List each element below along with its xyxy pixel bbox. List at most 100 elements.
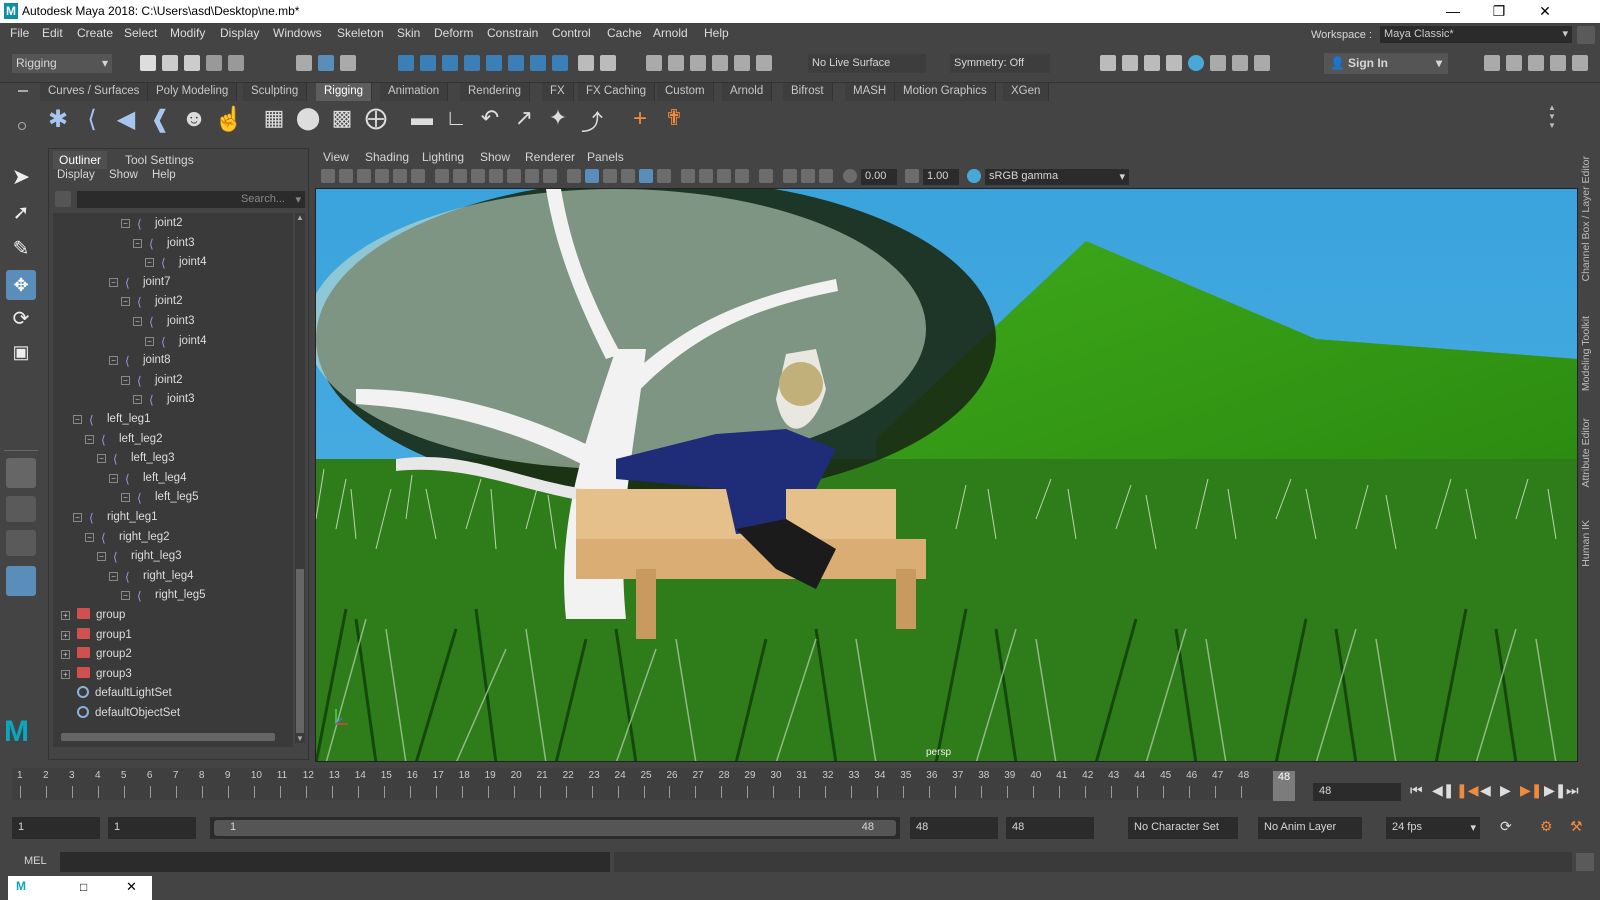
safe-title-icon[interactable]	[543, 169, 557, 183]
lock-icon[interactable]	[1577, 26, 1595, 44]
close-icon[interactable]: ✕	[126, 879, 137, 895]
expand-toggle[interactable]: +	[61, 630, 70, 640]
outliner-item[interactable]: ⟨ left_leg2	[101, 429, 162, 449]
outliner-menu-display[interactable]: Display	[57, 169, 95, 181]
shelf-tab-poly-modeling[interactable]: Poly Modeling	[148, 83, 238, 101]
shelf-options-icon[interactable]	[14, 84, 32, 144]
viewport-3d[interactable]: persp	[315, 188, 1578, 762]
human-ik-icon[interactable]: ☻	[180, 105, 208, 133]
expand-toggle[interactable]: −	[121, 375, 130, 385]
snap-grid-icon[interactable]	[398, 55, 414, 71]
render-view-icon[interactable]	[1166, 55, 1182, 71]
outliner-item[interactable]: ⟨ joint7	[125, 272, 171, 292]
hypershade-icon[interactable]	[1188, 55, 1204, 71]
four-pane-icon[interactable]	[6, 496, 36, 522]
expand-toggle[interactable]: +	[61, 611, 70, 620]
mirror-joint-icon[interactable]: ❰	[146, 105, 174, 133]
menu-edit[interactable]: Edit	[42, 26, 63, 40]
shelf-tab-custom[interactable]: Custom	[657, 83, 714, 101]
expand-toggle[interactable]: −	[121, 219, 130, 228]
input-icon[interactable]	[690, 55, 706, 71]
shelf-tab-motion-graphics[interactable]: Motion Graphics	[895, 83, 996, 101]
viewport-menu-renderer[interactable]: Renderer	[525, 150, 575, 164]
delete-history-icon[interactable]: ✟	[660, 105, 688, 133]
shelf-tab-arnold[interactable]: Arnold	[722, 83, 773, 101]
xray-active-icon[interactable]	[801, 169, 815, 183]
step-forward-key-icon[interactable]: ▶❚	[1520, 782, 1543, 799]
expand-toggle[interactable]: −	[109, 277, 118, 287]
outliner-item[interactable]: ⟨ joint3	[149, 233, 195, 253]
move-tool-icon[interactable]: ✥	[6, 270, 36, 300]
workspace-select[interactable]: Maya Classic* ▾	[1380, 26, 1572, 43]
use-lights-icon[interactable]	[639, 169, 653, 183]
redo-icon[interactable]	[228, 55, 244, 71]
outliner-item[interactable]: ⟨ joint4	[161, 252, 207, 272]
outliner-item[interactable]: defaultLightSet	[77, 683, 172, 703]
menu-select[interactable]: Select	[124, 26, 157, 40]
outliner-item[interactable]: defaultObjectSet	[77, 703, 180, 723]
select-tool-icon[interactable]: ➤	[6, 164, 36, 194]
outliner-item[interactable]: ⟨ joint8	[125, 350, 171, 370]
color-management-icon[interactable]	[967, 169, 981, 183]
shelf-scroll-icon[interactable]: ▲ ▼ ▼	[1548, 103, 1556, 130]
outliner-item[interactable]: ⟨ left_leg4	[125, 468, 186, 488]
restore-icon[interactable]: □	[80, 880, 87, 894]
shelf-tab-bifrost[interactable]: Bifrost	[783, 83, 833, 101]
select-hierarchy-icon[interactable]	[296, 55, 312, 71]
time-slider[interactable]: 1 2 3 4 5 6 7 8 9 10 11 12 13 14 15 16 17 18 19 20 21 22 23 24 2…	[12, 768, 1272, 800]
expand-toggle[interactable]: −	[145, 336, 154, 346]
lattice-icon[interactable]: ▦	[260, 105, 288, 133]
viewport-menu-lighting[interactable]: Lighting	[422, 150, 464, 164]
depth-of-field-icon[interactable]	[735, 169, 749, 183]
modeling-toolkit-icon[interactable]	[1484, 55, 1500, 71]
create-joint-icon[interactable]: ✱	[44, 105, 72, 133]
scroll-thumb[interactable]	[296, 569, 304, 733]
command-input[interactable]	[60, 852, 610, 872]
outliner-menu-help[interactable]: Help	[152, 169, 176, 181]
menu-help[interactable]: Help	[704, 26, 729, 40]
open-scene-icon[interactable]	[162, 55, 178, 71]
animation-start-field[interactable]: 1	[12, 817, 100, 839]
outliner-item[interactable]: ⟨ right_leg5	[137, 585, 206, 605]
anti-alias-icon[interactable]	[717, 169, 731, 183]
shelf-tab-xgen[interactable]: XGen	[1003, 83, 1050, 101]
wrap-icon[interactable]: ▩	[328, 105, 356, 133]
outliner-item[interactable]: group3	[77, 664, 132, 684]
xray-icon[interactable]	[783, 169, 797, 183]
close-icon[interactable]: ✕	[1522, 0, 1568, 23]
outliner-item[interactable]: ⟨ joint2	[137, 370, 183, 390]
shelf-tab-mash[interactable]: MASH	[845, 83, 896, 101]
snap-point-icon[interactable]	[442, 55, 458, 71]
arnold-render-icon[interactable]	[1232, 55, 1248, 71]
gamma-field[interactable]: 1.00	[923, 169, 959, 185]
snap-vertex-icon[interactable]	[508, 55, 524, 71]
screen-space-ao-icon[interactable]	[681, 169, 695, 183]
expand-toggle[interactable]: −	[121, 591, 130, 601]
xray-joints-icon[interactable]	[819, 169, 833, 183]
pole-vector-icon[interactable]: ⤴	[578, 105, 606, 135]
restore-icon[interactable]: ❐	[1476, 0, 1522, 23]
outliner-item[interactable]: group2	[77, 644, 132, 664]
channel-box-icon[interactable]	[1572, 55, 1588, 71]
expand-toggle[interactable]: −	[133, 238, 142, 248]
menu-deform[interactable]: Deform	[434, 26, 473, 40]
outliner-item[interactable]: ⟨ joint3	[149, 389, 195, 409]
expand-toggle[interactable]: −	[85, 532, 94, 542]
outliner-item[interactable]: ⟨ right_leg1	[89, 507, 158, 527]
ik-spline-icon[interactable]: ◀	[112, 105, 140, 133]
outliner-item[interactable]: ⟨ joint3	[149, 311, 195, 331]
script-editor-icon[interactable]	[1576, 853, 1594, 871]
ipr-render-icon[interactable]	[1144, 55, 1160, 71]
fps-select[interactable]: 24 fps ▾	[1386, 817, 1480, 839]
animation-end-field[interactable]: 48	[1006, 817, 1094, 839]
character-set-select[interactable]: No Character Set	[1128, 817, 1238, 839]
menu-create[interactable]: Create	[77, 26, 113, 40]
outliner-item[interactable]: ⟨ left_leg5	[137, 487, 198, 507]
character-controls-icon[interactable]	[1506, 55, 1522, 71]
outliner-item[interactable]: ⟨ right_leg4	[125, 566, 194, 586]
outliner-hscrollbar[interactable]	[61, 733, 275, 741]
outliner-menu-show[interactable]: Show	[109, 169, 138, 181]
refresh-icon[interactable]	[756, 55, 772, 71]
gate-mask-icon[interactable]	[489, 169, 503, 183]
camera-select-icon[interactable]	[321, 169, 335, 183]
